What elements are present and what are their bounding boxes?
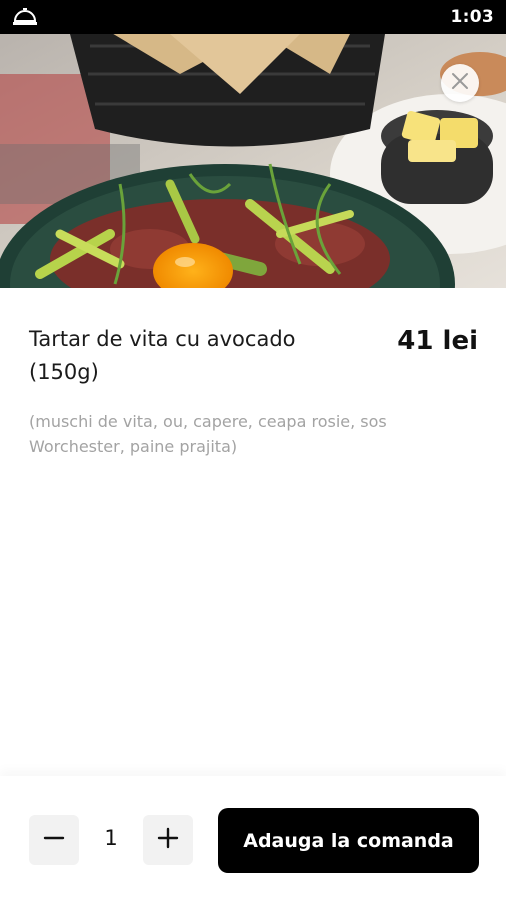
- quantity-value: 1: [104, 826, 118, 850]
- close-button[interactable]: [441, 64, 479, 102]
- decrease-quantity-button[interactable]: [29, 815, 79, 865]
- item-price: 41 lei: [397, 326, 478, 356]
- plus-icon: [157, 827, 179, 854]
- item-title: Tartar de vita cu avocado (150g): [29, 327, 296, 384]
- close-icon: [450, 71, 470, 96]
- food-photo: [0, 34, 506, 288]
- status-time: 1:03: [450, 7, 494, 27]
- item-description: (muschi de vita, ou, capere, ceapa rosie…: [29, 412, 387, 456]
- increase-quantity-button[interactable]: [143, 815, 193, 865]
- add-to-order-button[interactable]: Adauga la comanda: [218, 808, 479, 873]
- restaurant-bell-icon: [12, 6, 40, 28]
- status-bar: 1:03: [0, 0, 506, 34]
- minus-icon: [43, 827, 65, 854]
